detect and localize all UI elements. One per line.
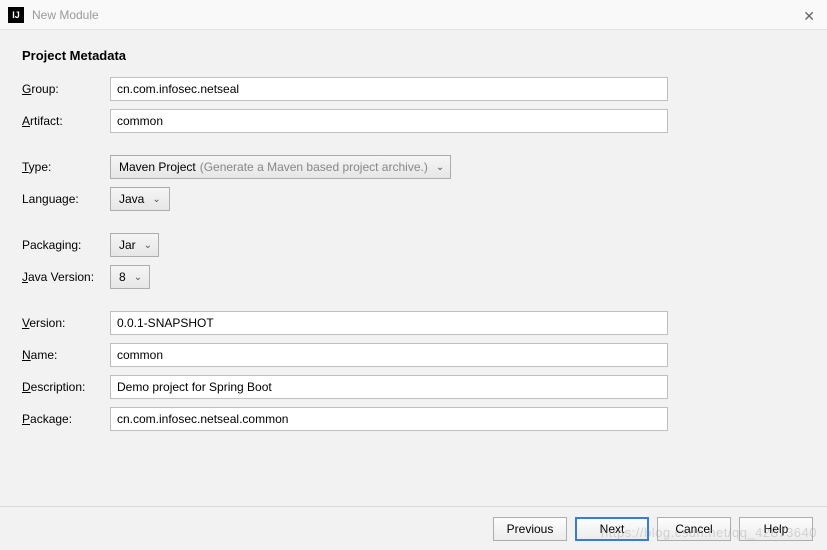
label-description: Description: bbox=[22, 380, 110, 394]
content-area: Project Metadata Group: Artifact: Type: … bbox=[0, 30, 827, 457]
close-icon[interactable]: ✕ bbox=[803, 8, 815, 25]
page-heading: Project Metadata bbox=[22, 48, 805, 63]
group-input[interactable] bbox=[110, 77, 668, 101]
name-input[interactable] bbox=[110, 343, 668, 367]
window-title: New Module bbox=[32, 8, 99, 22]
chevron-down-icon: ⌄ bbox=[152, 194, 160, 205]
type-value: Maven Project bbox=[119, 160, 196, 174]
label-package: Package: bbox=[22, 412, 110, 426]
java-version-value: 8 bbox=[119, 270, 126, 284]
footer: Previous Next Cancel Help bbox=[0, 506, 827, 550]
chevron-down-icon: ⌄ bbox=[134, 272, 142, 283]
help-button[interactable]: Help bbox=[739, 517, 813, 541]
label-name: Name: bbox=[22, 348, 110, 362]
artifact-input[interactable] bbox=[110, 109, 668, 133]
titlebar: IJ New Module ✕ bbox=[0, 0, 827, 30]
label-java-version: Java Version: bbox=[22, 270, 110, 284]
version-input[interactable] bbox=[110, 311, 668, 335]
previous-button[interactable]: Previous bbox=[493, 517, 567, 541]
type-select[interactable]: Maven Project (Generate a Maven based pr… bbox=[110, 155, 451, 179]
description-input[interactable] bbox=[110, 375, 668, 399]
chevron-down-icon: ⌄ bbox=[436, 162, 444, 173]
language-value: Java bbox=[119, 192, 144, 206]
label-type: Type: bbox=[22, 160, 110, 174]
cancel-button[interactable]: Cancel bbox=[657, 517, 731, 541]
type-hint: (Generate a Maven based project archive.… bbox=[200, 160, 428, 174]
label-language: Language: bbox=[22, 192, 110, 206]
language-select[interactable]: Java ⌄ bbox=[110, 187, 170, 211]
chevron-down-icon: ⌄ bbox=[144, 240, 152, 251]
packaging-value: Jar bbox=[119, 238, 136, 252]
label-group: Group: bbox=[22, 82, 110, 96]
label-artifact: Artifact: bbox=[22, 114, 110, 128]
label-version: Version: bbox=[22, 316, 110, 330]
next-button[interactable]: Next bbox=[575, 517, 649, 541]
package-input[interactable] bbox=[110, 407, 668, 431]
java-version-select[interactable]: 8 ⌄ bbox=[110, 265, 150, 289]
app-icon: IJ bbox=[8, 7, 24, 23]
label-packaging: Packaging: bbox=[22, 238, 110, 252]
packaging-select[interactable]: Jar ⌄ bbox=[110, 233, 159, 257]
